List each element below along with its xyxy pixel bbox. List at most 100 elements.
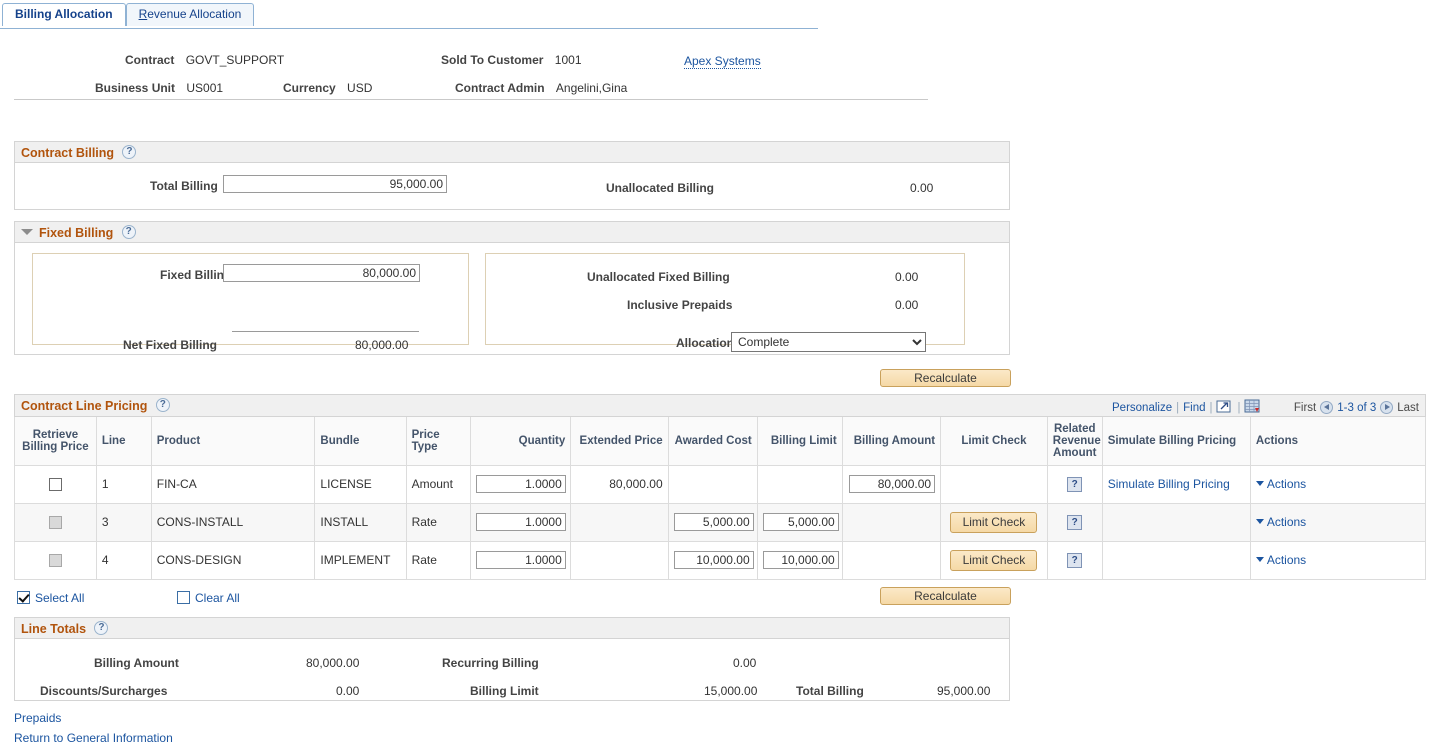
fixed-billing-section: Fixed Billing ? Fixed Billing Net Fixed … (14, 221, 1010, 355)
prev-page-icon[interactable] (1320, 401, 1333, 414)
question-mark-icon[interactable]: ? (1067, 553, 1082, 568)
contract-admin-value: Angelini,Gina (556, 81, 627, 95)
contract-line-pricing-title: Contract Line Pricing (21, 399, 147, 413)
question-mark-icon[interactable]: ? (1067, 477, 1082, 492)
personalize-link[interactable]: Personalize (1112, 402, 1172, 414)
quantity-input[interactable] (476, 513, 566, 531)
contract-line-pricing-section: Contract Line Pricing ? Personalize|Find… (14, 394, 1426, 580)
net-fixed-billing-rule (232, 331, 419, 332)
col-bundle[interactable]: Bundle (315, 417, 406, 465)
cell-product: CONS-INSTALL (151, 503, 315, 541)
billing-amount-input[interactable] (849, 475, 935, 493)
quantity-input[interactable] (476, 475, 566, 493)
inclusive-prepaids-value: 0.00 (895, 298, 918, 312)
question-mark-icon[interactable]: ? (1067, 515, 1082, 530)
actions-menu[interactable]: Actions (1256, 515, 1306, 529)
expand-grid-icon[interactable] (1216, 399, 1233, 414)
fixed-billing-title: Fixed Billing (39, 226, 113, 240)
fixed-billing-input[interactable] (223, 264, 420, 282)
contract-billing-body: Total Billing Unallocated Billing 0.00 (14, 163, 1010, 210)
field-currency: Currency USD (283, 81, 372, 95)
col-related-revenue-amount[interactable]: Related Revenue Amount (1047, 417, 1102, 465)
col-retrieve-billing-price[interactable]: Retrieve Billing Price (15, 417, 97, 465)
cell-quantity (470, 465, 570, 503)
currency-value: USD (347, 81, 372, 95)
select-all-link[interactable]: Select All (35, 591, 84, 605)
triangle-down-icon[interactable] (21, 229, 33, 235)
cell-billing-amount (842, 503, 940, 541)
return-to-general-information-link[interactable]: Return to General Information (14, 731, 173, 745)
select-all-control[interactable]: Select All (17, 591, 84, 606)
clear-all-control[interactable]: Clear All (177, 591, 240, 606)
tab-revenue-allocation[interactable]: Revenue Allocation (126, 3, 255, 26)
billing-limit-input[interactable] (763, 513, 839, 531)
cell-actions: Actions (1250, 465, 1425, 503)
col-billing-limit[interactable]: Billing Limit (757, 417, 842, 465)
retrieve-billing-price-checkbox[interactable] (49, 478, 62, 491)
cell-line: 4 (96, 541, 151, 579)
discounts-surcharges-value: 0.00 (336, 684, 359, 698)
clear-all-link[interactable]: Clear All (195, 591, 240, 605)
first-page-label[interactable]: First (1294, 402, 1316, 414)
help-icon[interactable]: ? (94, 621, 108, 635)
help-icon[interactable]: ? (156, 398, 170, 412)
col-billing-amount[interactable]: Billing Amount (842, 417, 940, 465)
cell-billing-amount (842, 541, 940, 579)
limit-check-button[interactable]: Limit Check (950, 550, 1037, 571)
field-contract-admin: Contract Admin Angelini,Gina (455, 81, 627, 95)
help-icon[interactable]: ? (122, 225, 136, 239)
field-business-unit: Business Unit US001 (95, 81, 223, 95)
prepaids-link[interactable]: Prepaids (14, 711, 61, 725)
table-body: 1 FIN-CA LICENSE Amount 80,000.00 ? (15, 465, 1426, 579)
header-divider (14, 99, 928, 100)
col-limit-check[interactable]: Limit Check (941, 417, 1048, 465)
fixed-billing-header: Fixed Billing ? (14, 221, 1010, 243)
contract-billing-header: Contract Billing ? (14, 141, 1010, 163)
discounts-surcharges-label: Discounts/Surcharges (40, 684, 167, 698)
awarded-cost-input[interactable] (674, 513, 754, 531)
recalculate-bottom-button[interactable]: Recalculate (880, 587, 1011, 605)
unallocated-fixed-billing-label: Unallocated Fixed Billing (587, 270, 730, 284)
recurring-billing-label: Recurring Billing (442, 656, 539, 670)
download-spreadsheet-icon[interactable] (1244, 399, 1261, 414)
field-contract: Contract GOVT_SUPPORT (125, 53, 284, 67)
recurring-billing-value: 0.00 (733, 656, 756, 670)
col-product[interactable]: Product (151, 417, 315, 465)
find-link[interactable]: Find (1183, 402, 1205, 414)
last-page-label[interactable]: Last (1397, 402, 1419, 414)
currency-label: Currency (283, 81, 336, 95)
billing-limit-input[interactable] (763, 551, 839, 569)
limit-check-button[interactable]: Limit Check (950, 512, 1037, 533)
col-line[interactable]: Line (96, 417, 151, 465)
total-billing-input[interactable] (223, 175, 447, 193)
line-totals-billing-limit-value: 15,000.00 (704, 684, 757, 698)
simulate-billing-pricing-link[interactable]: Simulate Billing Pricing (1108, 477, 1230, 491)
col-extended-price[interactable]: Extended Price (571, 417, 668, 465)
quantity-input[interactable] (476, 551, 566, 569)
cell-billing-limit (757, 503, 842, 541)
col-quantity[interactable]: Quantity (470, 417, 570, 465)
actions-menu[interactable]: Actions (1256, 477, 1306, 491)
help-icon[interactable]: ? (122, 145, 136, 159)
actions-label: Actions (1267, 515, 1306, 529)
col-price-type[interactable]: Price Type (406, 417, 470, 465)
tab-billing-allocation[interactable]: Billing Allocation (2, 3, 126, 26)
col-actions[interactable]: Actions (1250, 417, 1425, 465)
unallocated-billing-value: 0.00 (910, 181, 933, 195)
cell-product: CONS-DESIGN (151, 541, 315, 579)
awarded-cost-input[interactable] (674, 551, 754, 569)
actions-label: Actions (1267, 477, 1306, 491)
line-totals-header: Line Totals ? (14, 617, 1010, 639)
cell-actions: Actions (1250, 541, 1425, 579)
allocation-select[interactable]: Complete (731, 332, 926, 352)
cell-retrieve-billing-price (15, 465, 97, 503)
col-simulate-billing-pricing[interactable]: Simulate Billing Pricing (1102, 417, 1250, 465)
recalculate-top-button[interactable]: Recalculate (880, 369, 1011, 387)
actions-menu[interactable]: Actions (1256, 553, 1306, 567)
next-page-icon[interactable] (1380, 401, 1393, 414)
contract-line-pricing-header: Contract Line Pricing ? Personalize|Find… (14, 394, 1426, 417)
cell-awarded-cost (668, 503, 757, 541)
col-awarded-cost[interactable]: Awarded Cost (668, 417, 757, 465)
line-totals-total-billing-value: 95,000.00 (937, 684, 990, 698)
customer-name-link[interactable]: Apex Systems (684, 54, 761, 69)
